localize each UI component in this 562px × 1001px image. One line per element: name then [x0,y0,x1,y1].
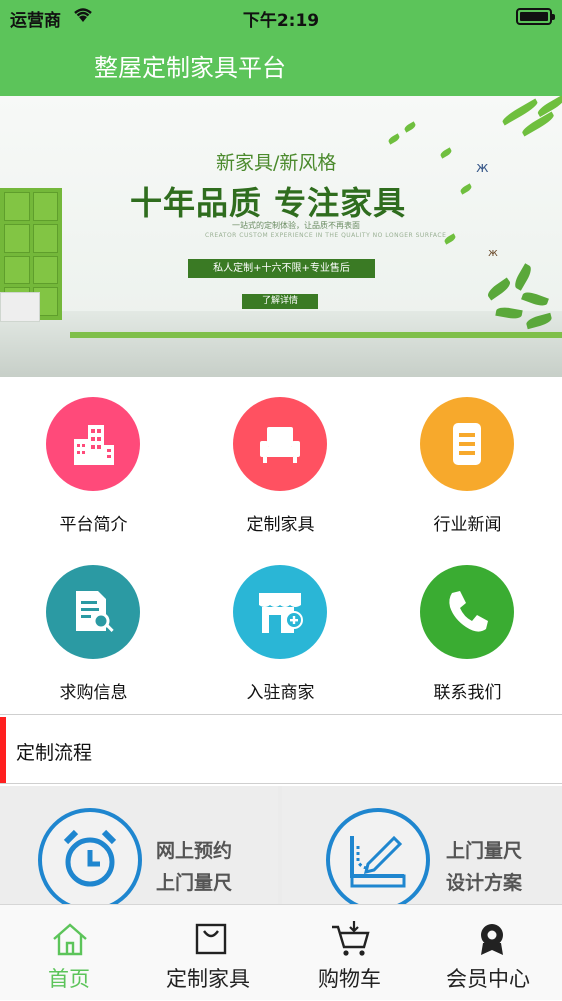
process-step-card[interactable]: 网上预约 上门量尺 [0,786,278,904]
status-bar: 运营商 下午2:19 [0,0,562,34]
section-accent-bar [0,717,6,783]
ruler-pen-icon [326,808,430,904]
member-icon [481,924,503,955]
nav-bar: 整屋定制家具平台 [0,34,562,96]
store-add-icon [233,565,327,659]
battery-icon [516,8,555,25]
butterfly-icon: ж [476,160,489,176]
tab-label: 定制家具 [166,967,250,991]
learn-more-button[interactable]: 了解详情 [242,294,318,309]
banner-tagline: 一站式的定制体验，让品质不再表面 [232,221,360,230]
building-icon [46,397,140,491]
phone-icon [420,565,514,659]
process-step-card[interactable]: 上门量尺 设计方案 [282,786,562,904]
process-steps: 网上预约 上门量尺 上门量尺 设计方案 [0,786,562,904]
menu-item-purchase-info[interactable]: 求购信息 [0,545,187,713]
menu-item-label: 行业新闻 [433,515,502,535]
tab-label: 首页 [48,967,90,991]
promo-banner[interactable]: ж ж 新家具/新风格 十年品质 专注家具 一站式的定制体验，让品质不再表面 C… [0,96,562,377]
tab-home[interactable]: 首页 [0,905,140,1001]
document-search-icon [46,565,140,659]
tab-cart[interactable]: 购物车 [280,905,420,1001]
home-icon [53,923,87,956]
banner-slogan: 私人定制+十六不限+专业售后 [188,259,375,278]
tab-label: 购物车 [318,967,381,991]
cart-icon [332,921,370,956]
banner-subtitle: 新家具/新风格 [216,152,337,174]
bag-icon [195,923,227,955]
process-step-line1: 上门量尺 [446,840,523,862]
tab-custom-furniture[interactable]: 定制家具 [140,905,280,1001]
process-step-line1: 网上预约 [156,840,233,862]
menu-item-merchant-join[interactable]: 入驻商家 [187,545,374,713]
plant-image [476,263,556,334]
section-header-process: 定制流程 [0,714,562,784]
white-sofa-image [0,292,40,322]
bottom-tab-bar: 首页 定制家具 购物车 会员中心 [0,904,562,1000]
section-title: 定制流程 [16,742,93,764]
banner-headline: 十年品质 专注家具 [130,184,407,222]
sofa-icon [233,397,327,491]
process-step-line2: 设计方案 [446,872,523,894]
menu-item-label: 平台简介 [59,515,128,535]
butterfly-icon: ж [488,246,498,259]
feature-menu-grid: 平台简介 定制家具 行业新闻 求购信息 入驻商家 联系我们 [0,377,562,713]
banner-tagline-en: CREATOR CUSTOM EXPERIENCE IN THE QUALITY… [205,232,447,239]
clock-time: 下午2:19 [242,11,320,31]
menu-item-label: 求购信息 [59,683,128,703]
menu-item-label: 定制家具 [246,515,315,535]
app-title: 整屋定制家具平台 [94,54,286,82]
menu-item-platform-intro[interactable]: 平台简介 [0,377,187,545]
menu-item-custom-furniture[interactable]: 定制家具 [187,377,374,545]
document-icon [420,397,514,491]
menu-item-label: 联系我们 [433,683,502,703]
tab-label: 会员中心 [446,967,530,991]
tab-member-center[interactable]: 会员中心 [420,905,562,1001]
menu-item-contact-us[interactable]: 联系我们 [374,545,561,713]
process-step-line2: 上门量尺 [156,872,233,894]
menu-item-industry-news[interactable]: 行业新闻 [374,377,561,545]
menu-item-label: 入驻商家 [246,683,315,703]
clock-icon [38,808,142,904]
